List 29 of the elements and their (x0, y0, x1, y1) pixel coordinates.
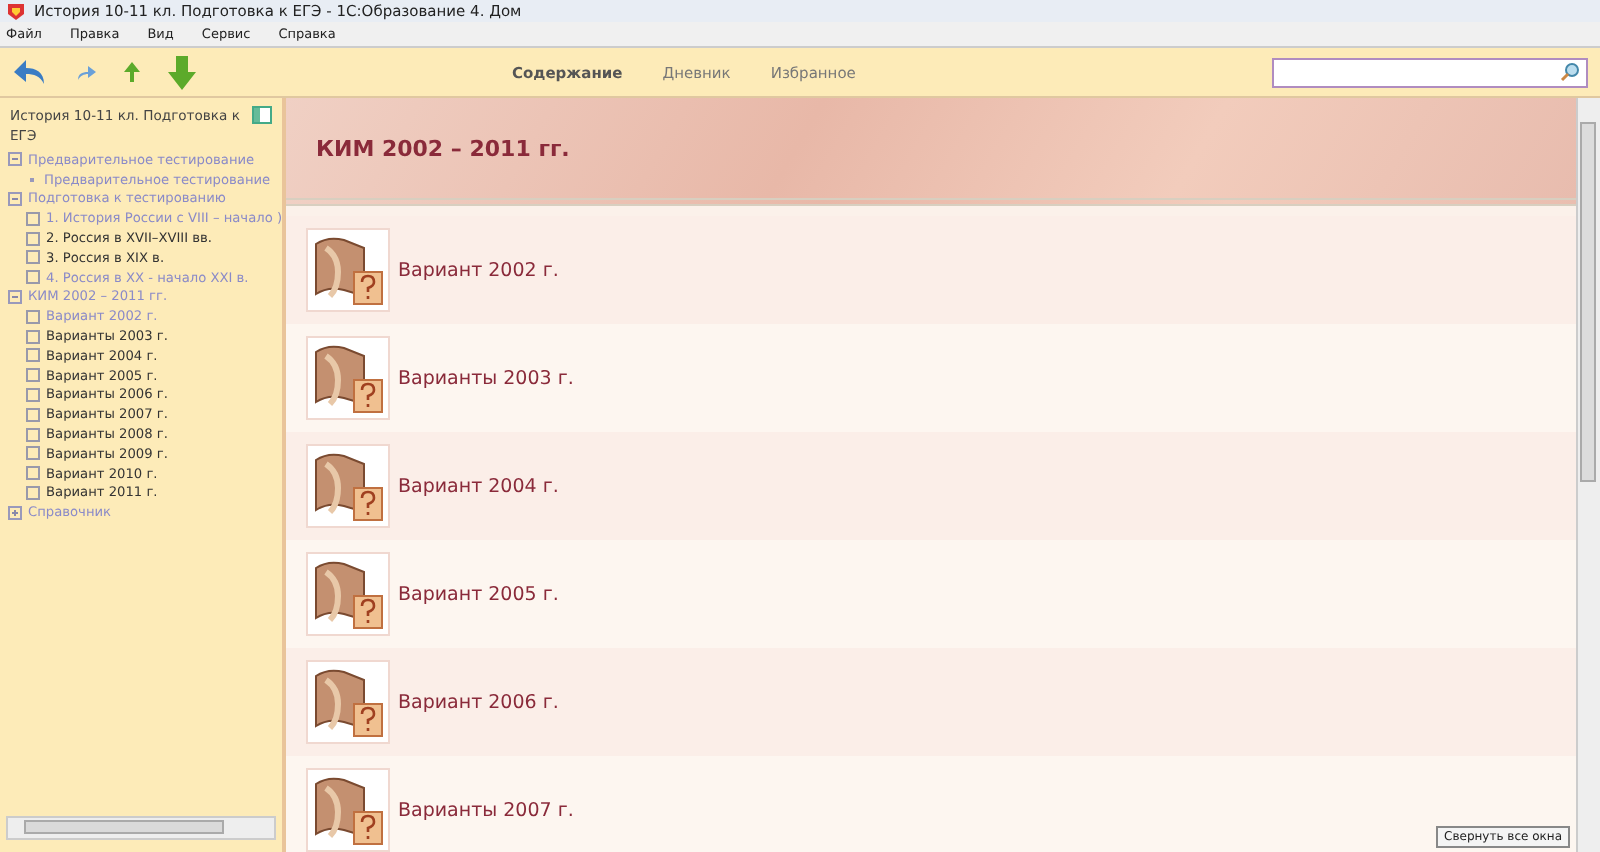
book-question-icon (306, 552, 390, 636)
search-field[interactable] (1272, 57, 1588, 87)
horizontal-scrollbar[interactable] (6, 816, 276, 840)
variant-link[interactable]: Вариант 2004 г. (398, 475, 559, 497)
up-arrow-icon[interactable] (124, 62, 140, 82)
expander-icon[interactable] (8, 505, 22, 520)
list-row[interactable]: Вариант 2005 г. (286, 540, 1576, 648)
variant-link[interactable]: Вариант 2006 г. (398, 691, 559, 713)
book-question-icon (306, 336, 390, 420)
list-row[interactable]: Варианты 2003 г. (286, 324, 1576, 432)
back-icon[interactable] (12, 56, 48, 88)
variant-link[interactable]: Варианты 2007 г. (398, 799, 574, 821)
book-question-icon (306, 660, 390, 744)
down-arrow-icon[interactable] (168, 55, 196, 89)
section-heading: КИМ 2002 – 2011 гг. (316, 135, 570, 161)
variant-link[interactable]: Вариант 2002 г. (398, 259, 559, 281)
forward-icon[interactable] (76, 63, 96, 81)
book-question-icon (306, 444, 390, 528)
book-question-icon (306, 768, 390, 852)
app-logo-icon (6, 1, 26, 21)
expander-icon[interactable] (8, 152, 22, 167)
variant-link[interactable]: Вариант 2005 г. (398, 583, 559, 605)
panel-icon[interactable] (252, 106, 272, 124)
book-question-icon (306, 228, 390, 312)
expander-icon[interactable] (8, 289, 22, 304)
expander-icon[interactable] (8, 191, 22, 206)
variant-link[interactable]: Варианты 2003 г. (398, 367, 574, 389)
search-icon[interactable] (1560, 62, 1580, 82)
vertical-scrollbar[interactable] (1576, 98, 1600, 852)
